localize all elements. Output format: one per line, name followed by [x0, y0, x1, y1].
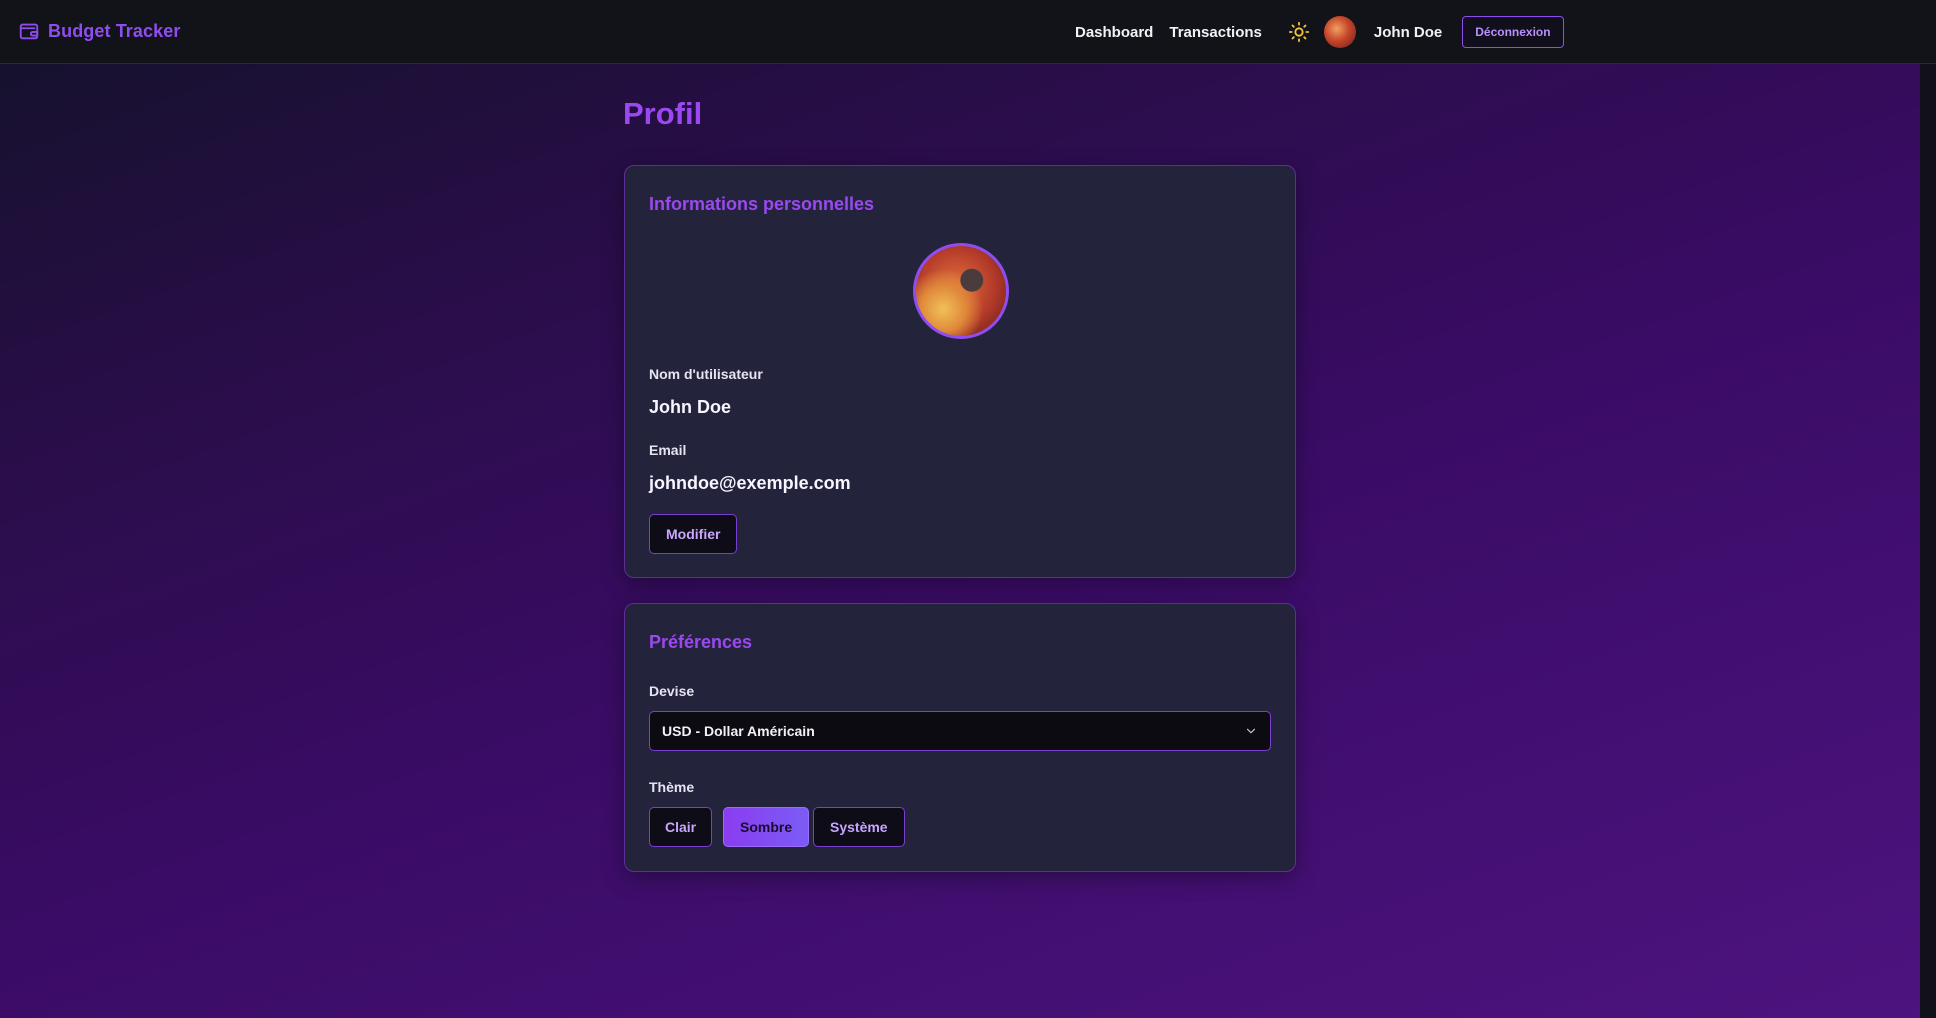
logout-button[interactable]: Déconnexion — [1462, 16, 1564, 48]
scrollbar-track[interactable] — [1920, 64, 1936, 1018]
nav-user-name: John Doe — [1373, 23, 1443, 41]
top-navbar: Budget Tracker Dashboard Transactions Jo… — [0, 0, 1936, 64]
username-value: John Doe — [649, 397, 732, 417]
page-title: Profil — [623, 96, 703, 131]
theme-label: Thème — [649, 779, 695, 795]
email-label: Email — [649, 442, 687, 458]
theme-option-clair[interactable]: Clair — [649, 807, 713, 847]
chevron-down-icon — [1246, 728, 1256, 734]
sun-icon[interactable] — [1288, 21, 1310, 43]
username-label: Nom d'utilisateur — [649, 366, 763, 382]
personal-info-card: Informations personnelles Nom d'utilisat… — [624, 165, 1296, 578]
profile-avatar — [913, 243, 1009, 339]
nav-right: Dashboard Transactions John Doe Déconnex… — [1075, 14, 1564, 50]
personal-info-heading: Informations personnelles — [649, 194, 875, 214]
nav-link-dashboard[interactable]: Dashboard — [1075, 24, 1153, 41]
nav-link-transactions[interactable]: Transactions — [1169, 24, 1262, 41]
currency-select[interactable]: USD - Dollar Américain — [649, 711, 1271, 751]
theme-option-sombre[interactable]: Sombre — [723, 807, 810, 847]
avatar[interactable] — [1323, 16, 1356, 48]
wallet-icon — [19, 23, 39, 40]
brand-name: Budget Tracker — [48, 20, 181, 41]
brand[interactable]: Budget Tracker — [18, 20, 180, 42]
preferences-card: Préférences Devise USD - Dollar Américai… — [624, 603, 1296, 872]
edit-profile-button[interactable]: Modifier — [649, 514, 738, 554]
currency-select-value: USD - Dollar Américain — [662, 723, 815, 739]
email-value: johndoe@exemple.com — [649, 473, 851, 493]
preferences-heading: Préférences — [649, 632, 753, 652]
currency-label: Devise — [649, 683, 695, 699]
theme-option-systeme[interactable]: Système — [813, 807, 905, 847]
